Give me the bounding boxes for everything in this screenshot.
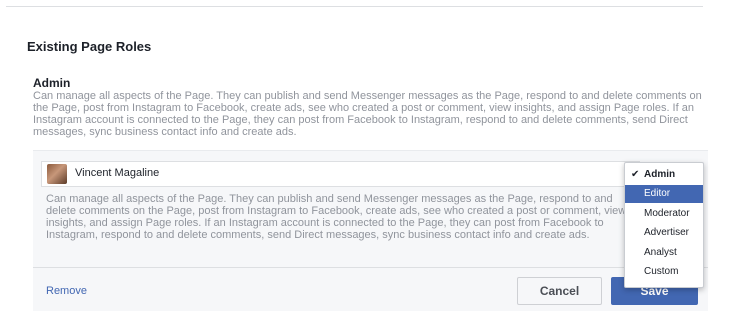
person-role-description: Can manage all aspects of the Page. They… [46,193,627,241]
role-option-admin[interactable]: ✔ Admin [625,166,703,184]
role-option-analyst[interactable]: Analyst [625,244,703,262]
role-option-advertiser[interactable]: Advertiser [625,224,703,242]
role-dropdown-menu: ✔ Admin Editor Moderator Advertiser Anal… [624,162,704,288]
admin-role-description: Can manage all aspects of the Page. They… [33,90,702,138]
previous-card [6,0,703,7]
remove-link[interactable]: Remove [46,285,87,297]
checkmark-icon: ✔ [631,169,640,180]
person-row: Vincent Magaline [41,161,640,187]
admin-role-title: Admin [33,76,71,90]
avatar [47,164,67,184]
section-title: Existing Page Roles [27,39,152,54]
person-name: Vincent Magaline [75,167,160,179]
divider [33,267,708,268]
role-option-moderator[interactable]: Moderator [625,205,703,223]
cancel-button[interactable]: Cancel [517,277,602,305]
role-option-custom[interactable]: Custom [625,263,703,281]
role-option-editor[interactable]: Editor [625,185,703,203]
